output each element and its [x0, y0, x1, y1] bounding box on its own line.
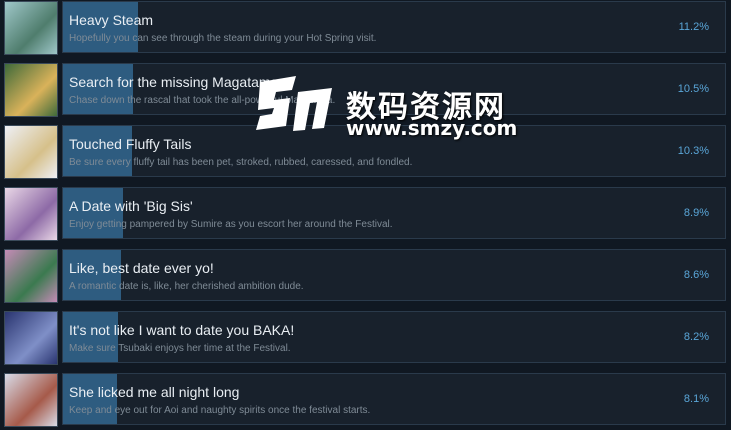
achievement-row[interactable]: It's not like I want to date you BAKA! M…	[0, 310, 731, 368]
achievement-title: Heavy Steam	[69, 12, 154, 28]
achievement-description: Enjoy getting pampered by Sumire as you …	[69, 219, 393, 230]
achievement-description: Be sure every fluffy tail has been pet, …	[69, 157, 413, 168]
achievement-title: Touched Fluffy Tails	[69, 136, 192, 152]
achievement-percent: 8.1%	[683, 393, 709, 405]
achievement-percent: 10.3%	[677, 145, 709, 157]
achievement-row[interactable]: Heavy Steam Hopefully you can see throug…	[0, 0, 731, 58]
achievement-card: It's not like I want to date you BAKA! M…	[62, 311, 726, 363]
watermark-logo-icon	[256, 76, 332, 131]
achievement-card: Like, best date ever yo! A romantic date…	[62, 249, 726, 301]
achievement-description: Hopefully you can see through the steam …	[69, 33, 377, 44]
achievement-percent: 8.6%	[683, 269, 709, 281]
achievement-row[interactable]: Like, best date ever yo! A romantic date…	[0, 248, 731, 306]
achievement-percent: 8.2%	[683, 331, 709, 343]
achievement-icon	[4, 1, 58, 55]
achievement-card: A Date with 'Big Sis' Enjoy getting pamp…	[62, 187, 726, 239]
achievement-icon	[4, 249, 58, 303]
achievement-title: She licked me all night long	[69, 384, 240, 400]
achievement-description: A romantic date is, like, her cherished …	[69, 281, 304, 292]
achievement-icon	[4, 311, 58, 365]
achievement-description: Keep and eye out for Aoi and naughty spi…	[69, 405, 371, 416]
achievement-card: Heavy Steam Hopefully you can see throug…	[62, 1, 726, 53]
achievement-description: Make sure Tsubaki enjoys her time at the…	[69, 343, 291, 354]
achievement-icon	[4, 63, 58, 117]
achievement-icon	[4, 125, 58, 179]
site-watermark: 数码资源网 www.smzy.com	[252, 72, 517, 142]
achievement-row[interactable]: She licked me all night long Keep and ey…	[0, 372, 731, 430]
achievement-title: It's not like I want to date you BAKA!	[69, 322, 295, 338]
achievement-title: A Date with 'Big Sis'	[69, 198, 193, 214]
achievement-icon	[4, 187, 58, 241]
watermark-url: www.smzy.com	[346, 116, 518, 140]
achievement-row[interactable]: A Date with 'Big Sis' Enjoy getting pamp…	[0, 186, 731, 244]
achievement-card: She licked me all night long Keep and ey…	[62, 373, 726, 425]
achievement-title: Search for the missing Magatama	[69, 74, 279, 90]
achievement-percent: 11.2%	[678, 21, 709, 33]
achievement-icon	[4, 373, 58, 427]
achievement-title: Like, best date ever yo!	[69, 260, 214, 276]
achievement-percent: 8.9%	[683, 207, 709, 219]
achievement-percent: 10.5%	[677, 83, 709, 95]
